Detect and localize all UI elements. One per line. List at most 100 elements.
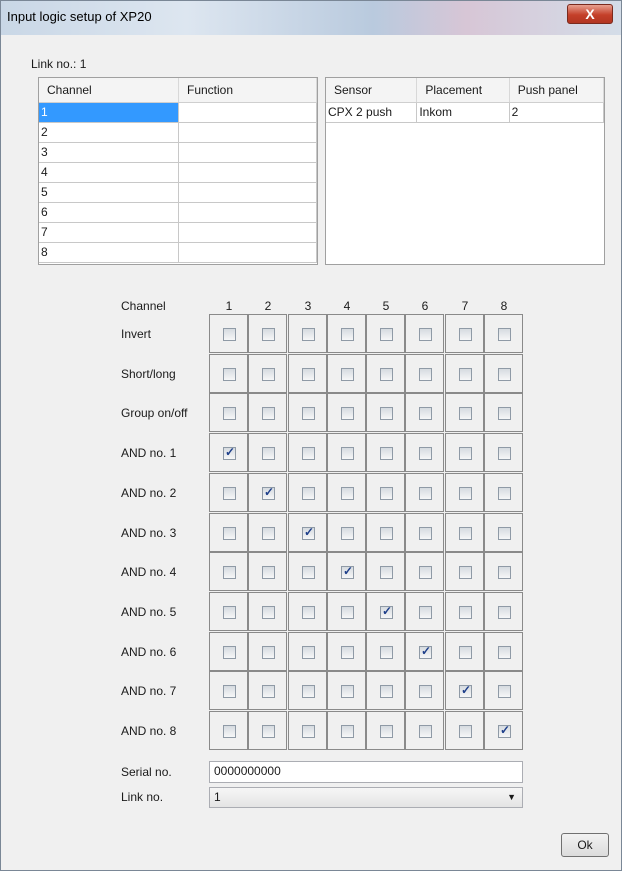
column-header-sensor[interactable]: Sensor [326,78,418,102]
checkbox[interactable] [498,606,511,619]
channel-cell[interactable]: 3 [39,143,179,162]
checkbox[interactable] [419,328,432,341]
function-cell[interactable] [179,143,317,162]
table-row[interactable]: CPX 2 push Inkom 2 [326,103,604,123]
checkbox[interactable] [380,447,393,460]
checkbox[interactable] [341,487,354,500]
checkbox[interactable] [498,527,511,540]
checkbox[interactable] [223,445,236,460]
checkbox[interactable] [498,685,511,698]
channel-cell[interactable]: 1 [39,103,179,122]
checkbox[interactable] [459,447,472,460]
function-cell[interactable] [179,203,317,222]
table-row[interactable]: 6 [39,203,317,223]
push-panel-cell[interactable]: 2 [510,103,604,122]
checkbox[interactable] [419,368,432,381]
column-header-push-panel[interactable]: Push panel [510,78,604,102]
checkbox[interactable] [380,328,393,341]
checkbox[interactable] [262,725,275,738]
checkbox[interactable] [459,368,472,381]
function-cell[interactable] [179,163,317,182]
checkbox[interactable] [459,725,472,738]
function-cell[interactable] [179,243,317,262]
checkbox[interactable] [498,487,511,500]
checkbox[interactable] [223,368,236,381]
checkbox[interactable] [302,407,315,420]
checkbox[interactable] [223,566,236,579]
checkbox[interactable] [459,606,472,619]
channel-cell[interactable]: 4 [39,163,179,182]
checkbox[interactable] [262,566,275,579]
checkbox[interactable] [302,328,315,341]
checkbox[interactable] [223,328,236,341]
function-cell[interactable] [179,123,317,142]
checkbox[interactable] [302,447,315,460]
checkbox[interactable] [223,725,236,738]
close-button[interactable]: X [567,4,613,24]
checkbox[interactable] [223,527,236,540]
checkbox[interactable] [341,646,354,659]
sensor-table[interactable]: Sensor Placement Push panel CPX 2 push In… [325,77,605,265]
table-row[interactable]: 8 [39,243,317,263]
checkbox[interactable] [498,566,511,579]
channel-cell[interactable]: 6 [39,203,179,222]
checkbox[interactable] [341,606,354,619]
checkbox[interactable] [223,407,236,420]
checkbox[interactable] [341,368,354,381]
checkbox[interactable] [498,407,511,420]
column-header-placement[interactable]: Placement [417,78,510,102]
checkbox[interactable] [341,685,354,698]
checkbox[interactable] [223,606,236,619]
checkbox[interactable] [380,685,393,698]
checkbox[interactable] [380,646,393,659]
checkbox[interactable] [223,646,236,659]
checkbox[interactable] [262,368,275,381]
channel-function-table[interactable]: Channel Function 12345678 [38,77,318,265]
checkbox[interactable] [419,606,432,619]
checkbox[interactable] [341,447,354,460]
table-row[interactable]: 4 [39,163,317,183]
checkbox[interactable] [262,407,275,420]
checkbox[interactable] [380,487,393,500]
checkbox[interactable] [459,487,472,500]
checkbox[interactable] [302,725,315,738]
checkbox[interactable] [419,725,432,738]
column-header-channel[interactable]: Channel [39,78,179,102]
checkbox[interactable] [341,725,354,738]
channel-cell[interactable]: 7 [39,223,179,242]
checkbox[interactable] [419,685,432,698]
link-number-select[interactable]: 1 ▼ [209,787,523,808]
ok-button[interactable]: Ok [561,833,609,857]
checkbox[interactable] [302,566,315,579]
table-row[interactable]: 7 [39,223,317,243]
checkbox[interactable] [419,487,432,500]
checkbox[interactable] [262,646,275,659]
checkbox[interactable] [498,447,511,460]
checkbox[interactable] [262,527,275,540]
checkbox[interactable] [380,725,393,738]
checkbox[interactable] [341,328,354,341]
title-bar[interactable]: Input logic setup of XP20 X [1,1,621,35]
channel-cell[interactable]: 8 [39,243,179,262]
checkbox[interactable] [341,564,354,579]
checkbox[interactable] [302,685,315,698]
checkbox[interactable] [498,328,511,341]
checkbox[interactable] [498,723,511,738]
checkbox[interactable] [459,566,472,579]
sensor-cell[interactable]: CPX 2 push [326,103,418,122]
checkbox[interactable] [223,685,236,698]
function-cell[interactable] [179,183,317,202]
checkbox[interactable] [302,646,315,659]
checkbox[interactable] [380,566,393,579]
checkbox[interactable] [419,447,432,460]
checkbox[interactable] [341,527,354,540]
checkbox[interactable] [380,368,393,381]
checkbox[interactable] [380,604,393,619]
column-header-function[interactable]: Function [179,78,317,102]
checkbox[interactable] [262,328,275,341]
function-cell[interactable] [179,223,317,242]
table-row[interactable]: 3 [39,143,317,163]
checkbox[interactable] [498,368,511,381]
checkbox[interactable] [459,328,472,341]
table-row[interactable]: 2 [39,123,317,143]
